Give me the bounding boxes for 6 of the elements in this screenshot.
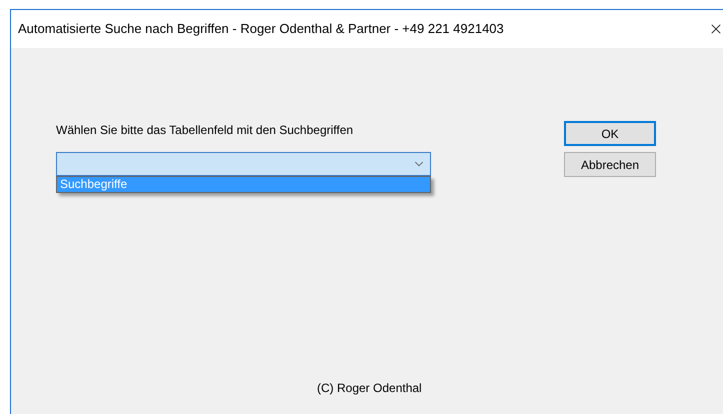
dropdown-field[interactable] [56, 152, 431, 176]
window-title: Automatisierte Suche nach Begriffen - Roger Odenthal & Partner - +49 221 4921403 [18, 20, 504, 38]
copyright-text: (C) Roger Odenthal [317, 380, 422, 397]
cancel-button[interactable]: Abbrechen [564, 152, 656, 177]
ok-button[interactable]: OK [564, 121, 656, 146]
prompt-text: Wählen Sie bitte das Tabellenfeld mit den Suchbegriffen [56, 122, 354, 138]
